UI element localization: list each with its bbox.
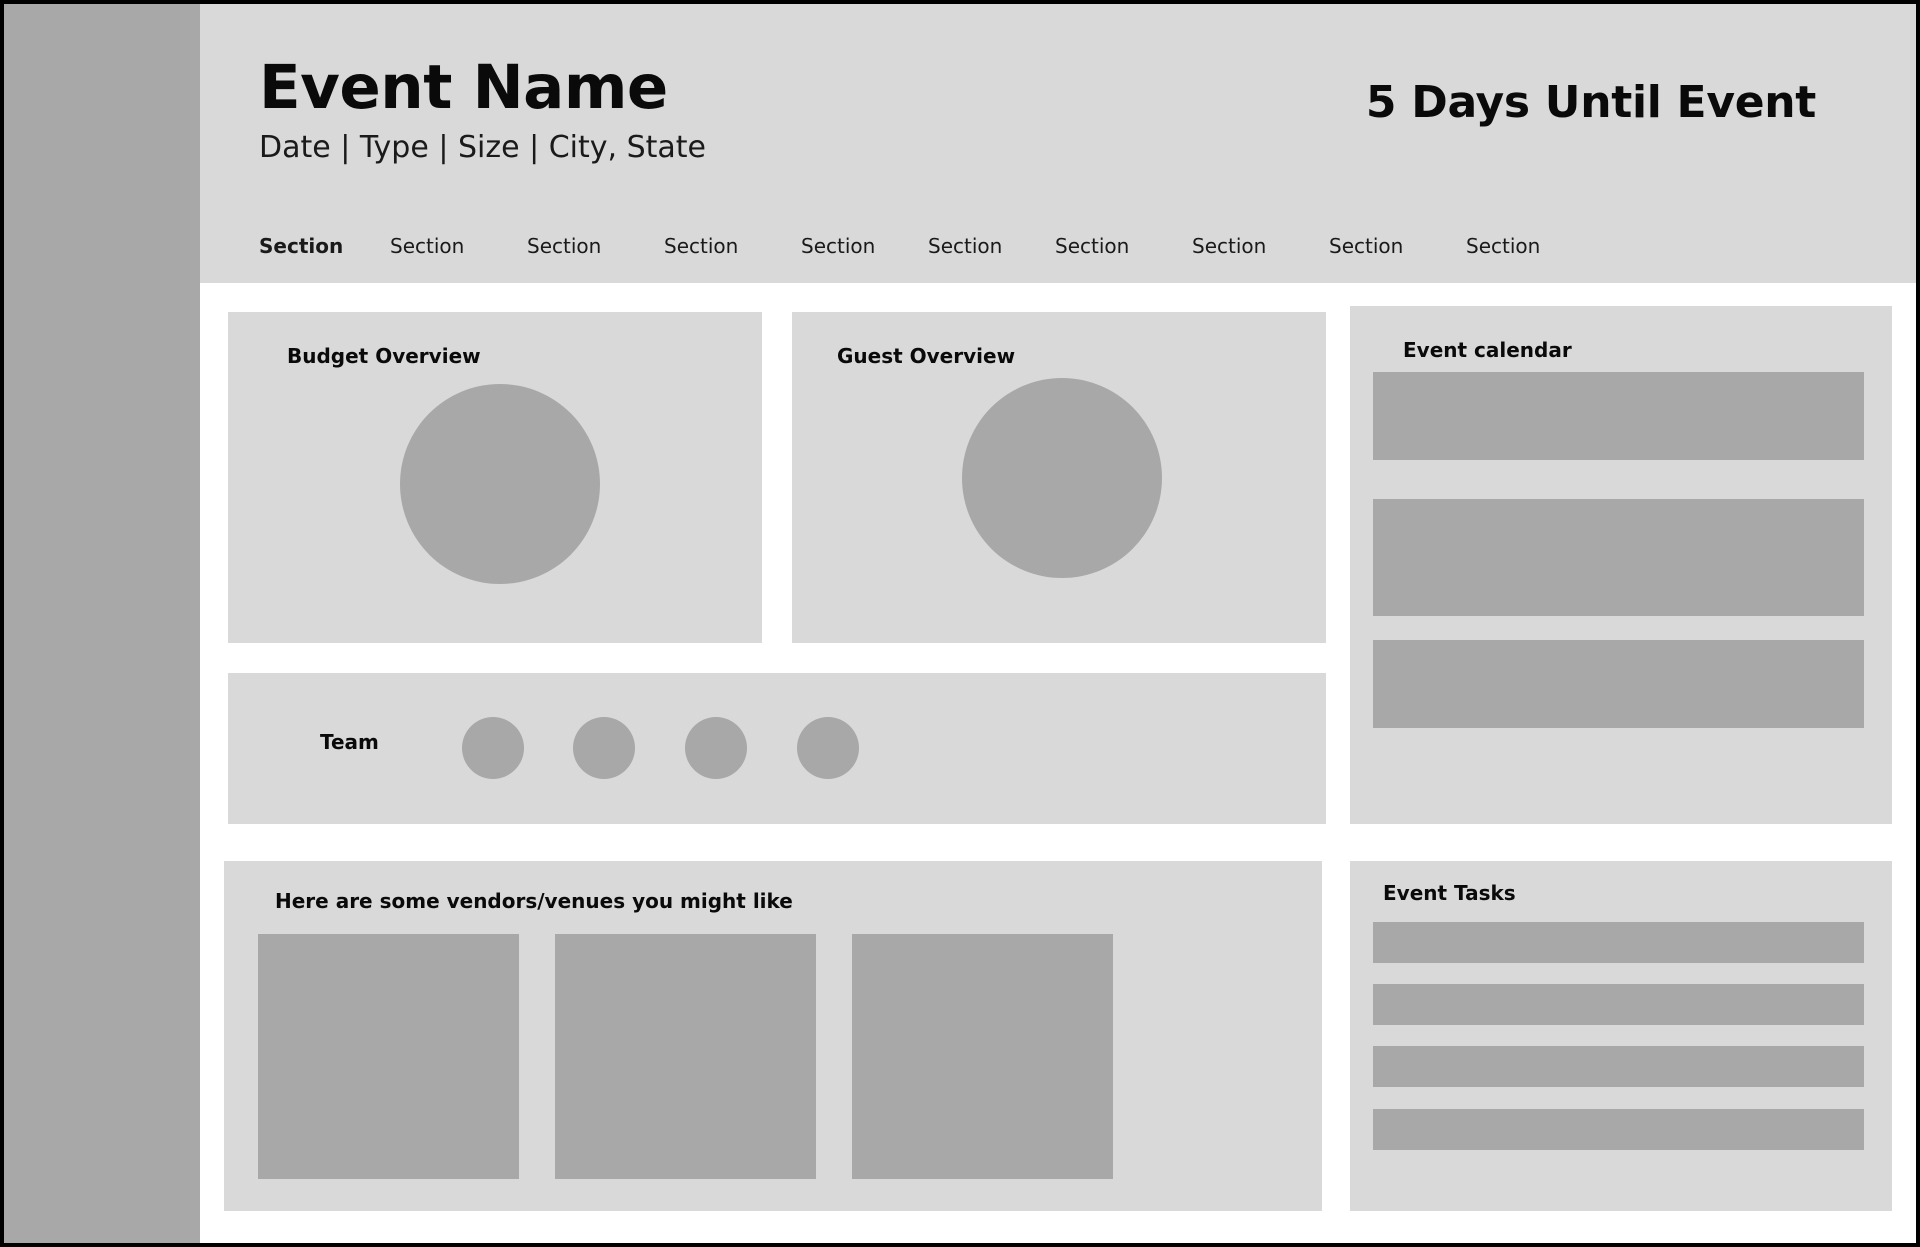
team-member-avatar[interactable]: [462, 717, 524, 779]
team-member-avatar[interactable]: [573, 717, 635, 779]
tab-section-1[interactable]: Section: [259, 234, 343, 258]
event-tasks-card: Event Tasks: [1350, 861, 1892, 1211]
budget-overview-card[interactable]: Budget Overview: [228, 312, 762, 643]
tab-section-9[interactable]: Section: [1329, 234, 1403, 258]
vendor-card[interactable]: [555, 934, 816, 1179]
vendor-card[interactable]: [852, 934, 1113, 1179]
guest-overview-card[interactable]: Guest Overview: [792, 312, 1326, 643]
tab-section-2[interactable]: Section: [390, 234, 464, 258]
guest-overview-title: Guest Overview: [837, 344, 1016, 368]
tab-section-8[interactable]: Section: [1192, 234, 1266, 258]
event-title: Event Name: [259, 52, 668, 123]
vendor-card[interactable]: [258, 934, 519, 1179]
team-member-avatar[interactable]: [685, 717, 747, 779]
tab-section-10[interactable]: Section: [1466, 234, 1540, 258]
budget-overview-title: Budget Overview: [287, 344, 481, 368]
vendor-suggestions-title: Here are some vendors/venues you might l…: [275, 889, 793, 913]
tab-section-7[interactable]: Section: [1055, 234, 1129, 258]
sidebar: [4, 4, 200, 1243]
team-member-avatar[interactable]: [797, 717, 859, 779]
calendar-entry[interactable]: [1373, 372, 1864, 460]
budget-chart-placeholder: [400, 384, 600, 584]
task-item[interactable]: [1373, 922, 1864, 963]
event-calendar-title: Event calendar: [1403, 338, 1572, 362]
task-item[interactable]: [1373, 1046, 1864, 1087]
tab-section-5[interactable]: Section: [801, 234, 875, 258]
tab-section-3[interactable]: Section: [527, 234, 601, 258]
countdown-label: 5 Days Until Event: [1365, 77, 1816, 128]
calendar-entry[interactable]: [1373, 640, 1864, 728]
team-card: Team: [228, 673, 1326, 824]
guest-chart-placeholder: [962, 378, 1162, 578]
calendar-entry[interactable]: [1373, 499, 1864, 616]
event-tasks-title: Event Tasks: [1383, 881, 1516, 905]
event-header: Event Name Date | Type | Size | City, St…: [200, 4, 1916, 283]
tab-section-4[interactable]: Section: [664, 234, 738, 258]
task-item[interactable]: [1373, 1109, 1864, 1150]
team-title: Team: [320, 730, 379, 754]
event-calendar-card: Event calendar: [1350, 306, 1892, 824]
vendor-suggestions-card: Here are some vendors/venues you might l…: [224, 861, 1322, 1211]
task-item[interactable]: [1373, 984, 1864, 1025]
event-meta: Date | Type | Size | City, State: [259, 130, 707, 165]
tab-section-6[interactable]: Section: [928, 234, 1002, 258]
app-frame: Event Name Date | Type | Size | City, St…: [4, 4, 1916, 1243]
